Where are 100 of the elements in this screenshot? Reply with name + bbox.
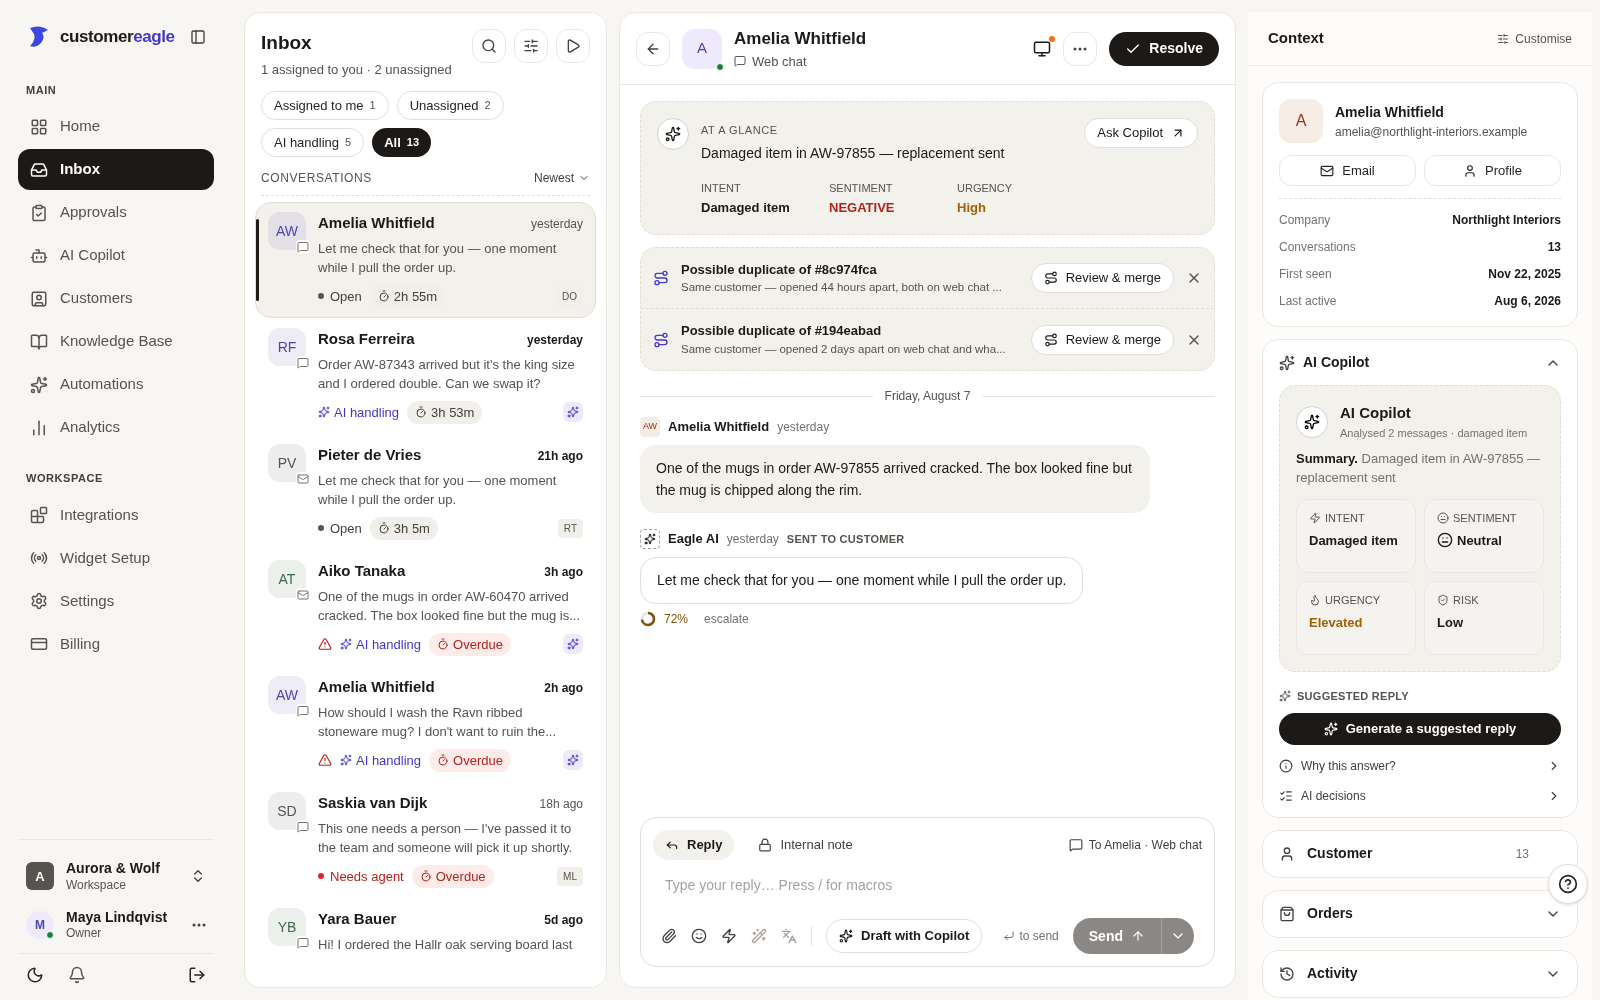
timer-icon xyxy=(415,406,428,419)
fact-label: Last active xyxy=(1279,293,1337,310)
bell-icon[interactable] xyxy=(68,966,86,984)
section-label: SUGGESTED REPLY xyxy=(1297,689,1409,704)
composer-tab[interactable]: Reply xyxy=(653,830,735,860)
collapsible-section[interactable]: Activity xyxy=(1262,949,1578,998)
confidence-ring-icon xyxy=(640,611,656,627)
sparkle-icon xyxy=(30,375,48,394)
chat-icon xyxy=(297,937,309,949)
conversation-item[interactable]: AW Amelia Whitfield 2h ago How should I wash the Ravn ribbed stoneware mug? I don't want to ruin the... AI handling Overdue xyxy=(255,666,596,782)
fact-value: Aug 6, 2026 xyxy=(1494,293,1561,310)
contact-name: Yara Bauer xyxy=(318,909,397,929)
nav-item[interactable]: Analytics xyxy=(18,407,214,448)
confidence-value: 72% xyxy=(664,611,689,628)
brand-name: customereagle xyxy=(60,26,175,48)
more-icon[interactable] xyxy=(192,922,206,927)
profile-button[interactable]: Profile xyxy=(1424,155,1561,186)
nav-item[interactable]: Inbox xyxy=(18,149,214,190)
detail-link[interactable]: AI decisions xyxy=(1301,786,1366,805)
emoji-icon[interactable] xyxy=(691,928,707,944)
workspace-avatar: A xyxy=(26,862,54,891)
mail-icon xyxy=(1320,163,1335,178)
review-merge-button[interactable]: Review & merge xyxy=(1030,262,1174,293)
play-icon xyxy=(565,38,581,54)
nav-label: Customers xyxy=(60,288,133,309)
ask-copilot-button[interactable]: Ask Copilot xyxy=(1084,118,1198,148)
section-title: Orders xyxy=(1307,904,1353,923)
conversation-time: 5d ago xyxy=(544,912,583,929)
nav-item[interactable]: Settings xyxy=(18,580,214,622)
fact-value: 13 xyxy=(1547,239,1561,256)
composer-tab[interactable]: Internal note xyxy=(746,830,865,860)
inbox-icon xyxy=(30,160,48,179)
logout-icon[interactable] xyxy=(188,966,206,984)
attach-icon[interactable] xyxy=(661,928,677,944)
conversation-item[interactable]: SD Saskia van Dijk 18h ago This one needs a person — I've passed it to the team and someone will pick it up shortly. Needs agent Overdue ML xyxy=(255,782,596,898)
nav-item[interactable]: Customers xyxy=(18,278,214,319)
contact-icon xyxy=(30,289,48,308)
user-name: Maya Lindqvist xyxy=(66,908,168,926)
sort-dropdown[interactable]: Newest xyxy=(534,169,590,187)
nav-item[interactable]: Home xyxy=(18,106,214,147)
nav-item[interactable]: Billing xyxy=(18,623,214,665)
conversation-item[interactable]: AT Aiko Tanaka 3h ago One of the mugs in order AW-60470 arrived cracked. The box looked fine but the mug is... AI handling Overdue xyxy=(255,550,596,666)
review-merge-button[interactable]: Review & merge xyxy=(1030,324,1174,355)
monitor-icon[interactable] xyxy=(1033,39,1052,58)
ai-avatar-icon xyxy=(640,529,660,549)
filter-icon xyxy=(523,38,539,54)
recipient-label: To Amelia · Web chat xyxy=(1088,837,1202,854)
section-title: Activity xyxy=(1307,964,1358,983)
moon-icon[interactable] xyxy=(26,966,44,984)
message-preview: How should I wash the Ravn ribbed stoneware mug? I don't want to ruin the... xyxy=(318,703,558,741)
info-icon xyxy=(1279,758,1293,773)
email-button[interactable]: Email xyxy=(1279,155,1416,186)
collapsible-section[interactable]: Orders xyxy=(1262,889,1578,938)
reply-icon xyxy=(665,838,679,852)
delivery-status: SENT TO CUSTOMER xyxy=(786,531,905,547)
resolve-button[interactable]: Resolve xyxy=(1109,31,1219,66)
timer-icon xyxy=(377,522,390,535)
filter-chip[interactable]: All 13 xyxy=(372,128,432,157)
nav-item[interactable]: Automations xyxy=(18,364,214,405)
chat-icon xyxy=(297,357,309,369)
message-preview: Let me check that for you — one moment while I pull the order up. xyxy=(318,239,558,277)
nav-item[interactable]: Widget Setup xyxy=(18,537,214,579)
nav-item[interactable]: Approvals xyxy=(18,192,214,233)
reply-input[interactable]: Type your reply… Press / for macros xyxy=(653,872,1202,898)
chat-icon xyxy=(1068,838,1083,852)
generate-reply-button[interactable]: Generate a suggested reply xyxy=(1279,712,1561,745)
broadcast-icon xyxy=(30,549,48,567)
nav-item[interactable]: Knowledge Base xyxy=(18,321,214,362)
collapse-sidebar-icon[interactable] xyxy=(190,28,206,45)
metric-value: Low xyxy=(1437,613,1463,632)
conversation-item[interactable]: PV Pieter de Vries 21h ago Let me check that for you — one moment while I pull the order up. Open 3h 5m RT xyxy=(255,434,596,550)
nav-label: Integrations xyxy=(60,504,139,525)
message-time: yesterday xyxy=(726,531,779,548)
lightning-icon[interactable] xyxy=(721,928,737,944)
field-label: URGENCY xyxy=(957,180,1013,196)
nav-item[interactable]: Integrations xyxy=(18,494,214,536)
ai-message: Let me check that for you — one moment while I pull the order up. xyxy=(640,557,1084,604)
customise-button[interactable]: Customise xyxy=(1497,29,1572,48)
conversation-item[interactable]: AW Amelia Whitfield yesterday Let me check that for you — one moment while I pull the order up. Open 2h 55m DO xyxy=(255,202,596,318)
collapsible-section[interactable]: Customer 13 xyxy=(1262,829,1578,878)
checklist-icon xyxy=(1279,788,1293,803)
contact-avatar: RF xyxy=(268,328,306,366)
nav-item[interactable]: AI Copilot xyxy=(18,235,214,276)
conversation-item[interactable]: RF Rosa Ferreira yesterday Order AW-87343 arrived but it's the king size and I ordered double. Can we swap it? AI handling 3h 53m xyxy=(255,318,596,434)
metric-label: SENTIMENT xyxy=(1453,511,1517,526)
search-button[interactable] xyxy=(472,29,506,63)
detail-link[interactable]: Why this answer? xyxy=(1301,756,1396,775)
nav-label: Settings xyxy=(60,590,115,611)
metric-label: INTENT xyxy=(1325,511,1365,526)
conversation-item[interactable]: YB Yara Bauer 5d ago Hi! I ordered the Hallr oak serving board last xyxy=(255,898,596,964)
nav-label: Automations xyxy=(60,374,144,395)
back-button[interactable] xyxy=(636,31,670,66)
filter-button[interactable] xyxy=(514,29,548,63)
play-button[interactable] xyxy=(556,29,590,63)
inbox-subtitle: 1 assigned to you · 2 unassigned xyxy=(261,60,452,79)
chat-icon xyxy=(297,705,309,717)
contact-avatar: AW xyxy=(268,212,306,250)
escalate-link[interactable]: escalate xyxy=(704,610,749,628)
nav-label: Inbox xyxy=(60,159,100,180)
section-heading: CONVERSATIONS xyxy=(261,170,372,187)
